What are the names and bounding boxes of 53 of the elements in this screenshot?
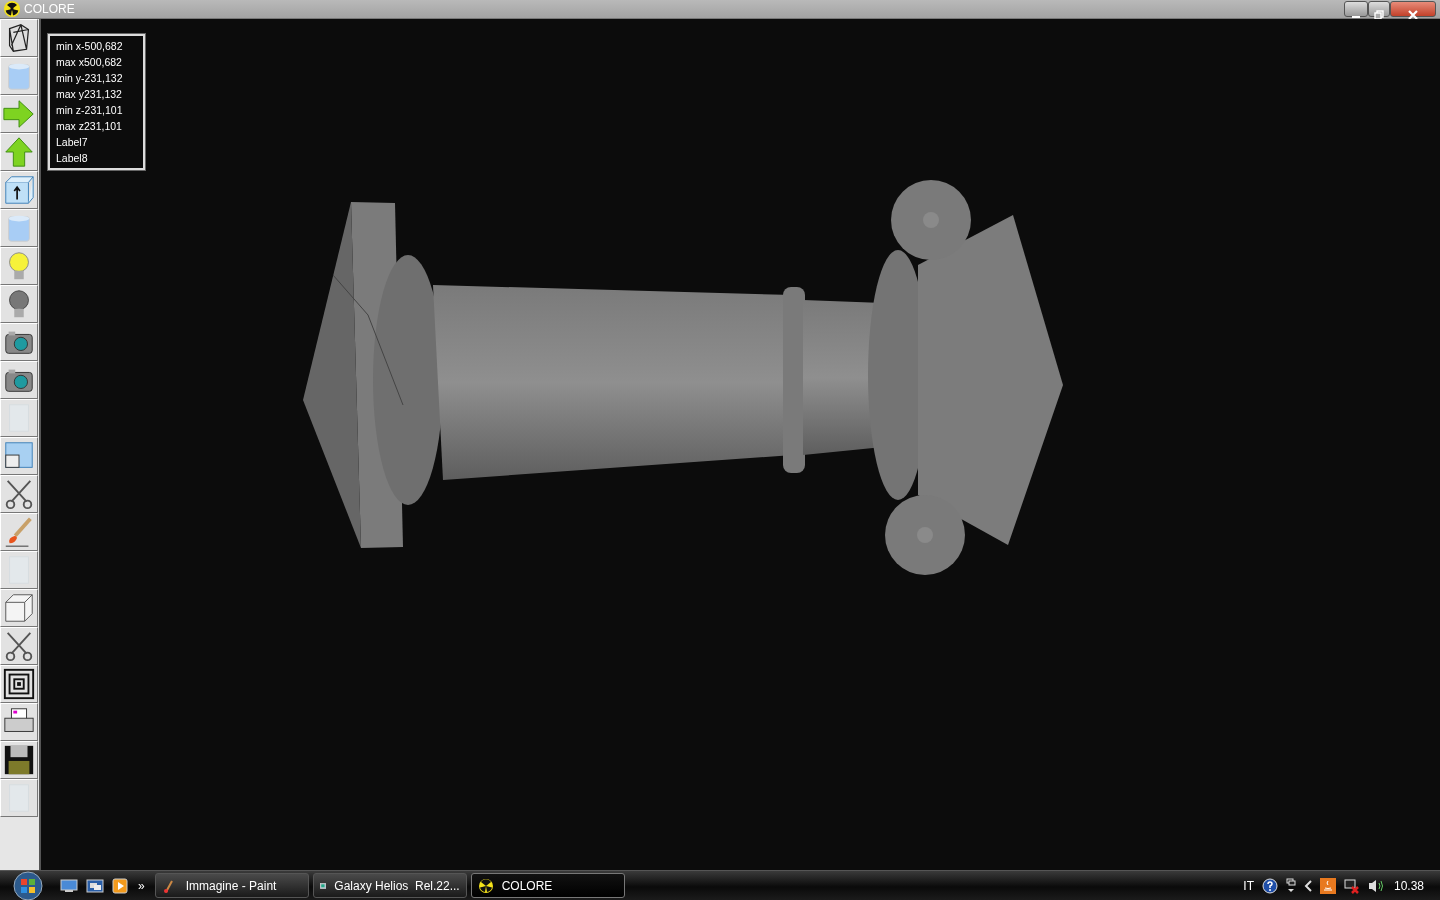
wireframe-tool-button[interactable] bbox=[0, 19, 38, 57]
cube-tool-button[interactable] bbox=[0, 589, 38, 627]
desktop-icon[interactable] bbox=[60, 878, 78, 893]
arrow-right-tool-button[interactable] bbox=[0, 95, 38, 133]
language-indicator[interactable]: IT bbox=[1243, 876, 1254, 895]
info-label: max x500,682 bbox=[56, 55, 123, 70]
info-label: min y-231,132 bbox=[56, 71, 124, 86]
floppy-disk-tool-button[interactable] bbox=[0, 741, 38, 779]
restore-button[interactable] bbox=[1368, 1, 1390, 17]
minimize-button[interactable] bbox=[1344, 1, 1368, 17]
cylinder-tool-button[interactable] bbox=[0, 209, 38, 247]
taskbar-button[interactable]: Immagine - Paint bbox=[154, 873, 309, 898]
taskbar-button[interactable]: COLORE bbox=[470, 873, 625, 898]
volume-icon[interactable] bbox=[1367, 877, 1386, 894]
box-arrow-icon bbox=[2, 173, 36, 207]
window-title: COLORE bbox=[24, 0, 75, 18]
arrow-up-tool-button[interactable] bbox=[0, 133, 38, 171]
taskbar-button[interactable]: Galaxy Helios Rel.22... bbox=[312, 873, 467, 898]
arrow-right-icon bbox=[2, 97, 36, 131]
scissors-tool-button[interactable] bbox=[0, 475, 38, 513]
cylinder-tool-button[interactable] bbox=[0, 57, 38, 95]
lightbulb-tool-button[interactable] bbox=[0, 247, 38, 285]
media-player-icon[interactable] bbox=[112, 877, 128, 894]
network-disconnected-icon[interactable] bbox=[1343, 877, 1360, 894]
clock[interactable]: 10.38 bbox=[1393, 876, 1424, 895]
info-label: max y231,132 bbox=[56, 87, 123, 102]
info-label: Label8 bbox=[56, 151, 89, 166]
cube-icon bbox=[2, 591, 36, 625]
concentric-squares-tool-button[interactable] bbox=[0, 665, 38, 703]
close-icon bbox=[1407, 9, 1419, 20]
info-label: max z231,101 bbox=[56, 119, 123, 134]
printer-tool-button[interactable] bbox=[0, 703, 38, 741]
lightbulb-tool-button[interactable] bbox=[0, 285, 38, 323]
radiation-icon bbox=[477, 877, 494, 894]
help-icon[interactable] bbox=[1261, 877, 1278, 894]
window-tool-button[interactable] bbox=[0, 437, 38, 475]
radiation-icon bbox=[4, 1, 20, 17]
info-label: min x-500,682 bbox=[56, 39, 124, 54]
brush-tool-button[interactable] bbox=[0, 513, 38, 551]
info-label: Label7 bbox=[56, 135, 89, 150]
info-label: min z-231,101 bbox=[56, 103, 124, 118]
box-arrow-tool-button[interactable] bbox=[0, 171, 38, 209]
chevron-left-icon[interactable] bbox=[1303, 879, 1312, 892]
camera-tool-button[interactable] bbox=[0, 361, 38, 399]
scissors-tool-button[interactable] bbox=[0, 627, 38, 665]
windows-icon[interactable] bbox=[1285, 877, 1296, 894]
windows-icon[interactable] bbox=[86, 878, 104, 893]
arrow-up-icon bbox=[2, 135, 36, 169]
close-button[interactable] bbox=[1390, 1, 1436, 17]
overflow-chevron[interactable]: » bbox=[132, 876, 151, 895]
camera-tool-button[interactable] bbox=[0, 323, 38, 361]
concentric-squares-icon bbox=[2, 667, 36, 701]
restore-icon bbox=[1374, 9, 1384, 20]
